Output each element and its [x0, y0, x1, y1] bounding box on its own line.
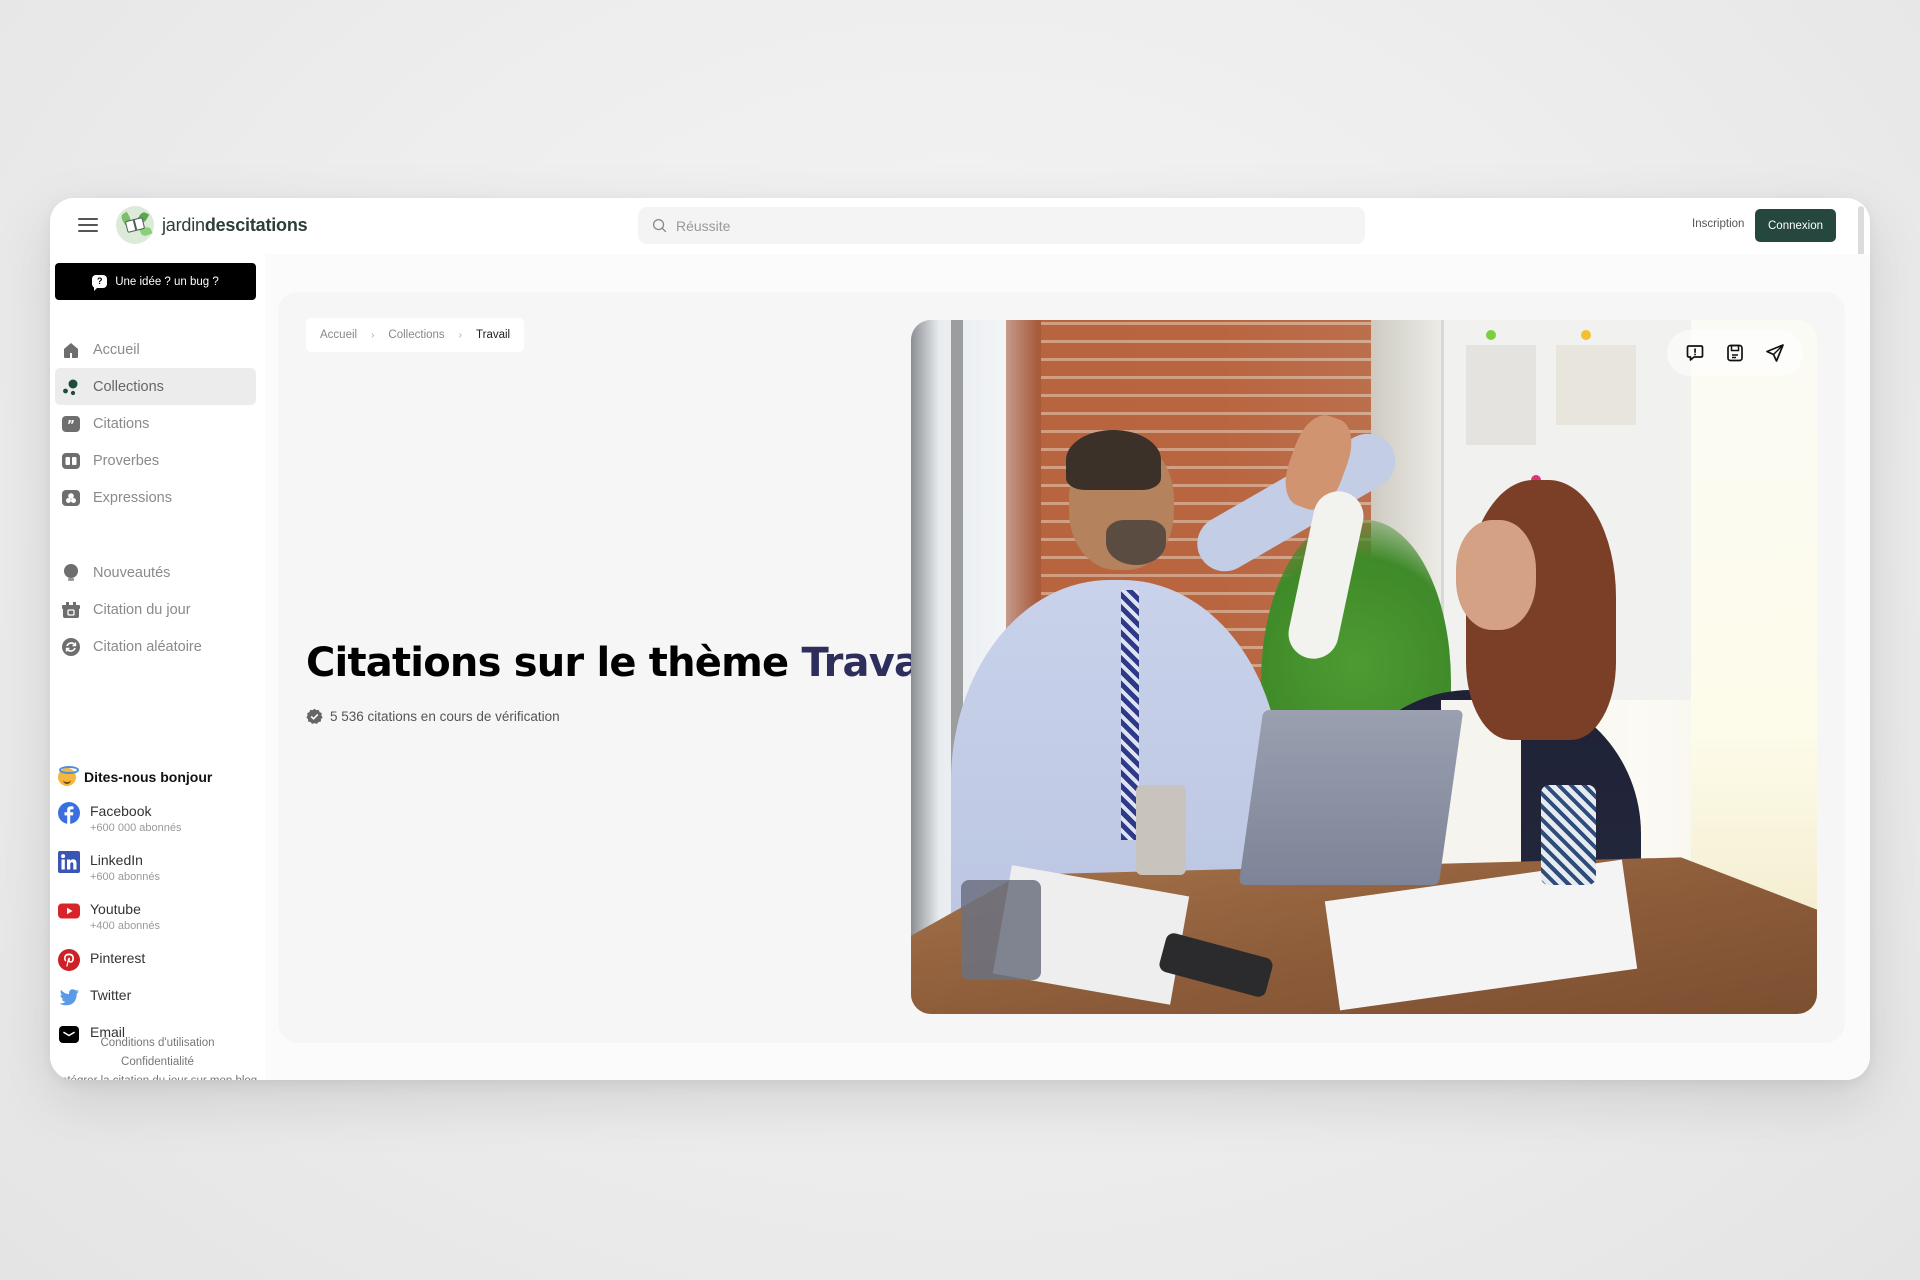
angel-emoji-icon	[58, 766, 79, 786]
sidebar-item-nouveautes[interactable]: Nouveautés	[55, 554, 256, 591]
breadcrumb-separator-icon: ›	[458, 329, 463, 341]
menu-icon[interactable]	[78, 218, 98, 233]
calendar-gift-icon	[61, 600, 81, 620]
sidebar-item-collections[interactable]: Collections	[55, 368, 256, 405]
brand-light: jardin	[162, 214, 205, 235]
browser-window: jardindescitations Inscription Connexion…	[50, 198, 1870, 1080]
facebook-icon	[58, 802, 80, 824]
social-title-text: Dites-nous bonjour	[84, 769, 213, 785]
sidebar-item-expressions[interactable]: Expressions	[55, 479, 256, 516]
verified-badge-icon	[306, 708, 323, 724]
social-linkedin[interactable]: LinkedIn +600 abonnés	[58, 851, 258, 900]
verification-meta: 5 536 citations en cours de vérification	[306, 708, 560, 725]
search-bar[interactable]	[638, 207, 1365, 244]
social-followers: +400 abonnés	[90, 920, 161, 932]
sidebar-item-proverbes[interactable]: Proverbes	[55, 442, 256, 479]
social-facebook[interactable]: Facebook +600 000 abonnés	[58, 802, 258, 851]
brand-bold: descitations	[204, 214, 308, 235]
signup-link[interactable]: Inscription	[1692, 218, 1744, 230]
top-header: jardindescitations Inscription Connexion	[50, 198, 1870, 272]
embed-link[interactable]: Intégrer la citation du jour sur mon blo…	[50, 1072, 265, 1080]
report-icon[interactable]	[1685, 343, 1705, 363]
sidebar-item-label: Citation aléatoire	[93, 638, 202, 655]
social-followers: +600 abonnés	[90, 871, 161, 883]
social-list: Facebook +600 000 abonnés LinkedIn +600 ab…	[58, 802, 258, 1060]
sidebar-item-label: Expressions	[93, 489, 172, 506]
search-icon	[652, 218, 667, 233]
feedback-button-label: Une idée ? un bug ?	[115, 275, 219, 288]
logo-book-icon	[116, 206, 154, 244]
sidebar: ? Une idée ? un bug ? Accueil Collection…	[50, 254, 265, 1080]
save-icon[interactable]	[1725, 343, 1745, 363]
sidebar-item-citations[interactable]: ” Citations	[55, 405, 256, 442]
social-youtube[interactable]: Youtube +400 abonnés	[58, 900, 258, 949]
logo-text: jardindescitations	[162, 214, 308, 236]
feedback-button[interactable]: ? Une idée ? un bug ?	[55, 263, 256, 300]
secondary-nav: Nouveautés Citation du jour Citation alé…	[55, 554, 256, 665]
photo-actions	[1667, 330, 1803, 376]
social-name: LinkedIn	[90, 852, 143, 868]
lightbulb-icon	[61, 563, 81, 583]
twitter-icon	[58, 986, 80, 1008]
sidebar-item-citation-du-jour[interactable]: Citation du jour	[55, 591, 256, 628]
book-icon	[61, 451, 81, 471]
social-section-title: Dites-nous bonjour	[58, 766, 213, 786]
privacy-link[interactable]: Confidentialité	[50, 1053, 265, 1072]
page-title-prefix: Citations sur le thème	[306, 640, 789, 686]
sidebar-item-label: Proverbes	[93, 452, 160, 469]
page-title: Citations sur le thème Travail	[306, 640, 947, 686]
expressions-icon	[61, 488, 81, 508]
social-name: Pinterest	[90, 950, 146, 966]
refresh-icon	[61, 637, 81, 657]
breadcrumb-accueil[interactable]: Accueil	[320, 329, 357, 341]
youtube-icon	[58, 900, 80, 922]
sidebar-item-label: Accueil	[93, 341, 140, 358]
sidebar-item-label: Citations	[93, 415, 150, 432]
linkedin-icon	[58, 851, 80, 873]
login-button[interactable]: Connexion	[1755, 209, 1836, 242]
breadcrumb: Accueil › Collections › Travail	[306, 318, 525, 352]
sidebar-item-label: Nouveautés	[93, 564, 171, 581]
social-followers: +600 000 abonnés	[90, 822, 182, 834]
home-icon	[61, 340, 81, 360]
verification-text: 5 536 citations en cours de vérification	[330, 709, 560, 724]
primary-nav: Accueil Collections ” Citations Proverbe…	[55, 331, 256, 516]
svg-text:”: ”	[67, 418, 75, 432]
site-logo[interactable]: jardindescitations	[116, 206, 308, 244]
terms-link[interactable]: Conditions d'utilisation	[50, 1034, 265, 1053]
sidebar-item-citation-aleatoire[interactable]: Citation aléatoire	[55, 628, 256, 665]
breadcrumb-separator-icon: ›	[371, 329, 375, 341]
share-icon[interactable]	[1765, 343, 1785, 363]
hero-photo	[911, 320, 1817, 1014]
social-name: Youtube	[90, 901, 141, 917]
social-twitter[interactable]: Twitter	[58, 986, 258, 1023]
collections-icon	[61, 377, 81, 397]
social-name: Twitter	[90, 987, 132, 1003]
quote-icon: ”	[61, 414, 81, 434]
breadcrumb-collections[interactable]: Collections	[388, 329, 444, 341]
sidebar-item-accueil[interactable]: Accueil	[55, 331, 256, 368]
social-pinterest[interactable]: Pinterest	[58, 949, 258, 986]
pinterest-icon	[58, 949, 80, 971]
social-name: Facebook	[90, 803, 152, 819]
sidebar-item-label: Citation du jour	[93, 601, 191, 618]
search-input[interactable]	[676, 217, 1276, 234]
breadcrumb-current: Travail	[476, 329, 511, 341]
footer-links: Conditions d'utilisation Confidentialité…	[50, 1034, 265, 1080]
sidebar-item-label: Collections	[93, 378, 164, 395]
feedback-bubble-icon: ?	[92, 275, 108, 291]
